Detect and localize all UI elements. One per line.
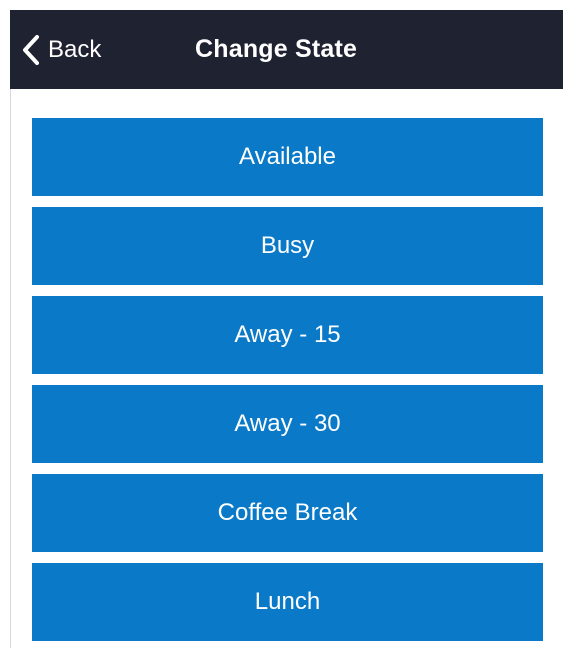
page-title: Change State xyxy=(195,35,358,63)
state-list: Available Busy Away - 15 Away - 30 Coffe… xyxy=(32,118,543,652)
state-button-away-30[interactable]: Away - 30 xyxy=(32,385,543,463)
chevron-left-icon xyxy=(20,34,42,65)
back-label: Back xyxy=(48,35,102,63)
state-button-lunch[interactable]: Lunch xyxy=(32,563,543,641)
state-button-coffee-break[interactable]: Coffee Break xyxy=(32,474,543,552)
navigation-bar: Back Change State xyxy=(10,10,563,89)
state-button-available[interactable]: Available xyxy=(32,118,543,196)
back-button[interactable]: Back xyxy=(20,10,101,89)
state-button-busy[interactable]: Busy xyxy=(32,207,543,285)
left-divider xyxy=(10,89,11,648)
state-button-away-15[interactable]: Away - 15 xyxy=(32,296,543,374)
